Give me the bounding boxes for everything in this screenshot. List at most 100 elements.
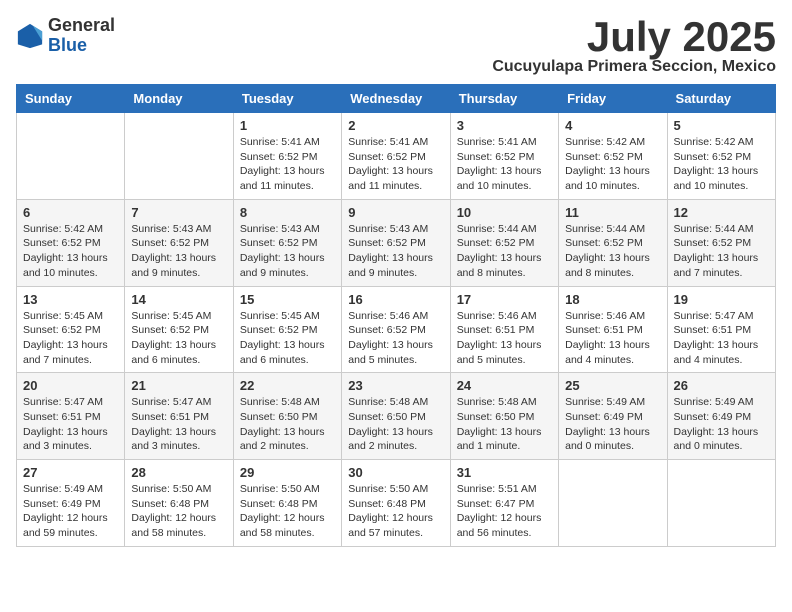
calendar-cell: 8 Sunrise: 5:43 AM Sunset: 6:52 PM Daylig… — [233, 199, 341, 286]
calendar-week-row: 1 Sunrise: 5:41 AM Sunset: 6:52 PM Daylig… — [17, 113, 776, 200]
day-detail: Sunrise: 5:43 AM Sunset: 6:52 PM Dayligh… — [131, 222, 226, 281]
calendar-cell: 26 Sunrise: 5:49 AM Sunset: 6:49 PM Dayli… — [667, 373, 775, 460]
header-friday: Friday — [559, 85, 667, 113]
day-detail: Sunrise: 5:47 AM Sunset: 6:51 PM Dayligh… — [23, 395, 118, 454]
calendar-cell: 28 Sunrise: 5:50 AM Sunset: 6:48 PM Dayli… — [125, 460, 233, 547]
calendar-cell: 23 Sunrise: 5:48 AM Sunset: 6:50 PM Dayli… — [342, 373, 450, 460]
calendar-cell: 10 Sunrise: 5:44 AM Sunset: 6:52 PM Dayli… — [450, 199, 558, 286]
logo-general: General — [48, 16, 115, 36]
day-number: 3 — [457, 118, 552, 133]
day-detail: Sunrise: 5:49 AM Sunset: 6:49 PM Dayligh… — [674, 395, 769, 454]
day-number: 8 — [240, 205, 335, 220]
day-number: 28 — [131, 465, 226, 480]
day-detail: Sunrise: 5:45 AM Sunset: 6:52 PM Dayligh… — [240, 309, 335, 368]
day-detail: Sunrise: 5:44 AM Sunset: 6:52 PM Dayligh… — [457, 222, 552, 281]
day-detail: Sunrise: 5:50 AM Sunset: 6:48 PM Dayligh… — [348, 482, 443, 541]
calendar-week-row: 6 Sunrise: 5:42 AM Sunset: 6:52 PM Daylig… — [17, 199, 776, 286]
day-detail: Sunrise: 5:51 AM Sunset: 6:47 PM Dayligh… — [457, 482, 552, 541]
logo-icon — [16, 22, 44, 50]
header-wednesday: Wednesday — [342, 85, 450, 113]
day-number: 24 — [457, 378, 552, 393]
day-detail: Sunrise: 5:45 AM Sunset: 6:52 PM Dayligh… — [131, 309, 226, 368]
calendar-cell: 21Sunrise: 5:47 AM Sunset: 6:51 PM Dayli… — [125, 373, 233, 460]
day-number: 6 — [23, 205, 118, 220]
calendar-cell: 5 Sunrise: 5:42 AM Sunset: 6:52 PM Daylig… — [667, 113, 775, 200]
day-detail: Sunrise: 5:50 AM Sunset: 6:48 PM Dayligh… — [131, 482, 226, 541]
calendar-cell: 29Sunrise: 5:50 AM Sunset: 6:48 PM Dayli… — [233, 460, 341, 547]
day-number: 20 — [23, 378, 118, 393]
day-number: 9 — [348, 205, 443, 220]
logo-blue: Blue — [48, 36, 115, 56]
day-number: 25 — [565, 378, 660, 393]
day-detail: Sunrise: 5:42 AM Sunset: 6:52 PM Dayligh… — [23, 222, 118, 281]
calendar-cell — [125, 113, 233, 200]
day-detail: Sunrise: 5:41 AM Sunset: 6:52 PM Dayligh… — [457, 135, 552, 194]
calendar-cell: 16Sunrise: 5:46 AM Sunset: 6:52 PM Dayli… — [342, 286, 450, 373]
day-number: 14 — [131, 292, 226, 307]
calendar-cell: 27 Sunrise: 5:49 AM Sunset: 6:49 PM Dayli… — [17, 460, 125, 547]
calendar-header-row: SundayMondayTuesdayWednesdayThursdayFrid… — [17, 85, 776, 113]
calendar-cell: 14 Sunrise: 5:45 AM Sunset: 6:52 PM Dayli… — [125, 286, 233, 373]
calendar-cell — [17, 113, 125, 200]
calendar-cell — [667, 460, 775, 547]
calendar-cell: 12 Sunrise: 5:44 AM Sunset: 6:52 PM Dayli… — [667, 199, 775, 286]
day-number: 4 — [565, 118, 660, 133]
calendar-cell: 30Sunrise: 5:50 AM Sunset: 6:48 PM Dayli… — [342, 460, 450, 547]
day-number: 17 — [457, 292, 552, 307]
day-detail: Sunrise: 5:41 AM Sunset: 6:52 PM Dayligh… — [348, 135, 443, 194]
calendar-cell: 19 Sunrise: 5:47 AM Sunset: 6:51 PM Dayli… — [667, 286, 775, 373]
header-tuesday: Tuesday — [233, 85, 341, 113]
day-number: 29 — [240, 465, 335, 480]
day-detail: Sunrise: 5:48 AM Sunset: 6:50 PM Dayligh… — [240, 395, 335, 454]
logo-text: General Blue — [48, 16, 115, 56]
calendar-cell: 18Sunrise: 5:46 AM Sunset: 6:51 PM Dayli… — [559, 286, 667, 373]
calendar-cell: 7Sunrise: 5:43 AM Sunset: 6:52 PM Daylig… — [125, 199, 233, 286]
day-number: 16 — [348, 292, 443, 307]
day-number: 31 — [457, 465, 552, 480]
day-number: 2 — [348, 118, 443, 133]
calendar-cell: 2 Sunrise: 5:41 AM Sunset: 6:52 PM Daylig… — [342, 113, 450, 200]
calendar-week-row: 20 Sunrise: 5:47 AM Sunset: 6:51 PM Dayli… — [17, 373, 776, 460]
header-monday: Monday — [125, 85, 233, 113]
calendar: SundayMondayTuesdayWednesdayThursdayFrid… — [16, 84, 776, 547]
day-number: 12 — [674, 205, 769, 220]
day-number: 11 — [565, 205, 660, 220]
month-title: July 2025 — [492, 16, 776, 58]
day-detail: Sunrise: 5:42 AM Sunset: 6:52 PM Dayligh… — [674, 135, 769, 194]
day-number: 1 — [240, 118, 335, 133]
day-number: 10 — [457, 205, 552, 220]
day-number: 18 — [565, 292, 660, 307]
day-detail: Sunrise: 5:46 AM Sunset: 6:51 PM Dayligh… — [457, 309, 552, 368]
calendar-cell: 11Sunrise: 5:44 AM Sunset: 6:52 PM Dayli… — [559, 199, 667, 286]
day-detail: Sunrise: 5:48 AM Sunset: 6:50 PM Dayligh… — [348, 395, 443, 454]
day-number: 27 — [23, 465, 118, 480]
day-number: 22 — [240, 378, 335, 393]
calendar-cell: 1 Sunrise: 5:41 AM Sunset: 6:52 PM Daylig… — [233, 113, 341, 200]
calendar-week-row: 13Sunrise: 5:45 AM Sunset: 6:52 PM Dayli… — [17, 286, 776, 373]
day-detail: Sunrise: 5:41 AM Sunset: 6:52 PM Dayligh… — [240, 135, 335, 194]
day-number: 23 — [348, 378, 443, 393]
day-detail: Sunrise: 5:49 AM Sunset: 6:49 PM Dayligh… — [565, 395, 660, 454]
day-detail: Sunrise: 5:44 AM Sunset: 6:52 PM Dayligh… — [674, 222, 769, 281]
day-detail: Sunrise: 5:43 AM Sunset: 6:52 PM Dayligh… — [240, 222, 335, 281]
calendar-cell: 20 Sunrise: 5:47 AM Sunset: 6:51 PM Dayli… — [17, 373, 125, 460]
day-detail: Sunrise: 5:48 AM Sunset: 6:50 PM Dayligh… — [457, 395, 552, 454]
page-header: General Blue July 2025 Cucuyulapa Primer… — [16, 16, 776, 76]
day-number: 15 — [240, 292, 335, 307]
calendar-cell: 4Sunrise: 5:42 AM Sunset: 6:52 PM Daylig… — [559, 113, 667, 200]
calendar-cell: 13Sunrise: 5:45 AM Sunset: 6:52 PM Dayli… — [17, 286, 125, 373]
header-sunday: Sunday — [17, 85, 125, 113]
day-detail: Sunrise: 5:49 AM Sunset: 6:49 PM Dayligh… — [23, 482, 118, 541]
location-title: Cucuyulapa Primera Seccion, Mexico — [492, 58, 776, 76]
day-number: 26 — [674, 378, 769, 393]
day-number: 5 — [674, 118, 769, 133]
day-detail: Sunrise: 5:47 AM Sunset: 6:51 PM Dayligh… — [674, 309, 769, 368]
day-detail: Sunrise: 5:43 AM Sunset: 6:52 PM Dayligh… — [348, 222, 443, 281]
calendar-week-row: 27 Sunrise: 5:49 AM Sunset: 6:49 PM Dayli… — [17, 460, 776, 547]
calendar-cell: 24 Sunrise: 5:48 AM Sunset: 6:50 PM Dayli… — [450, 373, 558, 460]
calendar-cell: 9 Sunrise: 5:43 AM Sunset: 6:52 PM Daylig… — [342, 199, 450, 286]
day-number: 19 — [674, 292, 769, 307]
calendar-cell — [559, 460, 667, 547]
calendar-cell: 15 Sunrise: 5:45 AM Sunset: 6:52 PM Dayli… — [233, 286, 341, 373]
calendar-cell: 31 Sunrise: 5:51 AM Sunset: 6:47 PM Dayli… — [450, 460, 558, 547]
